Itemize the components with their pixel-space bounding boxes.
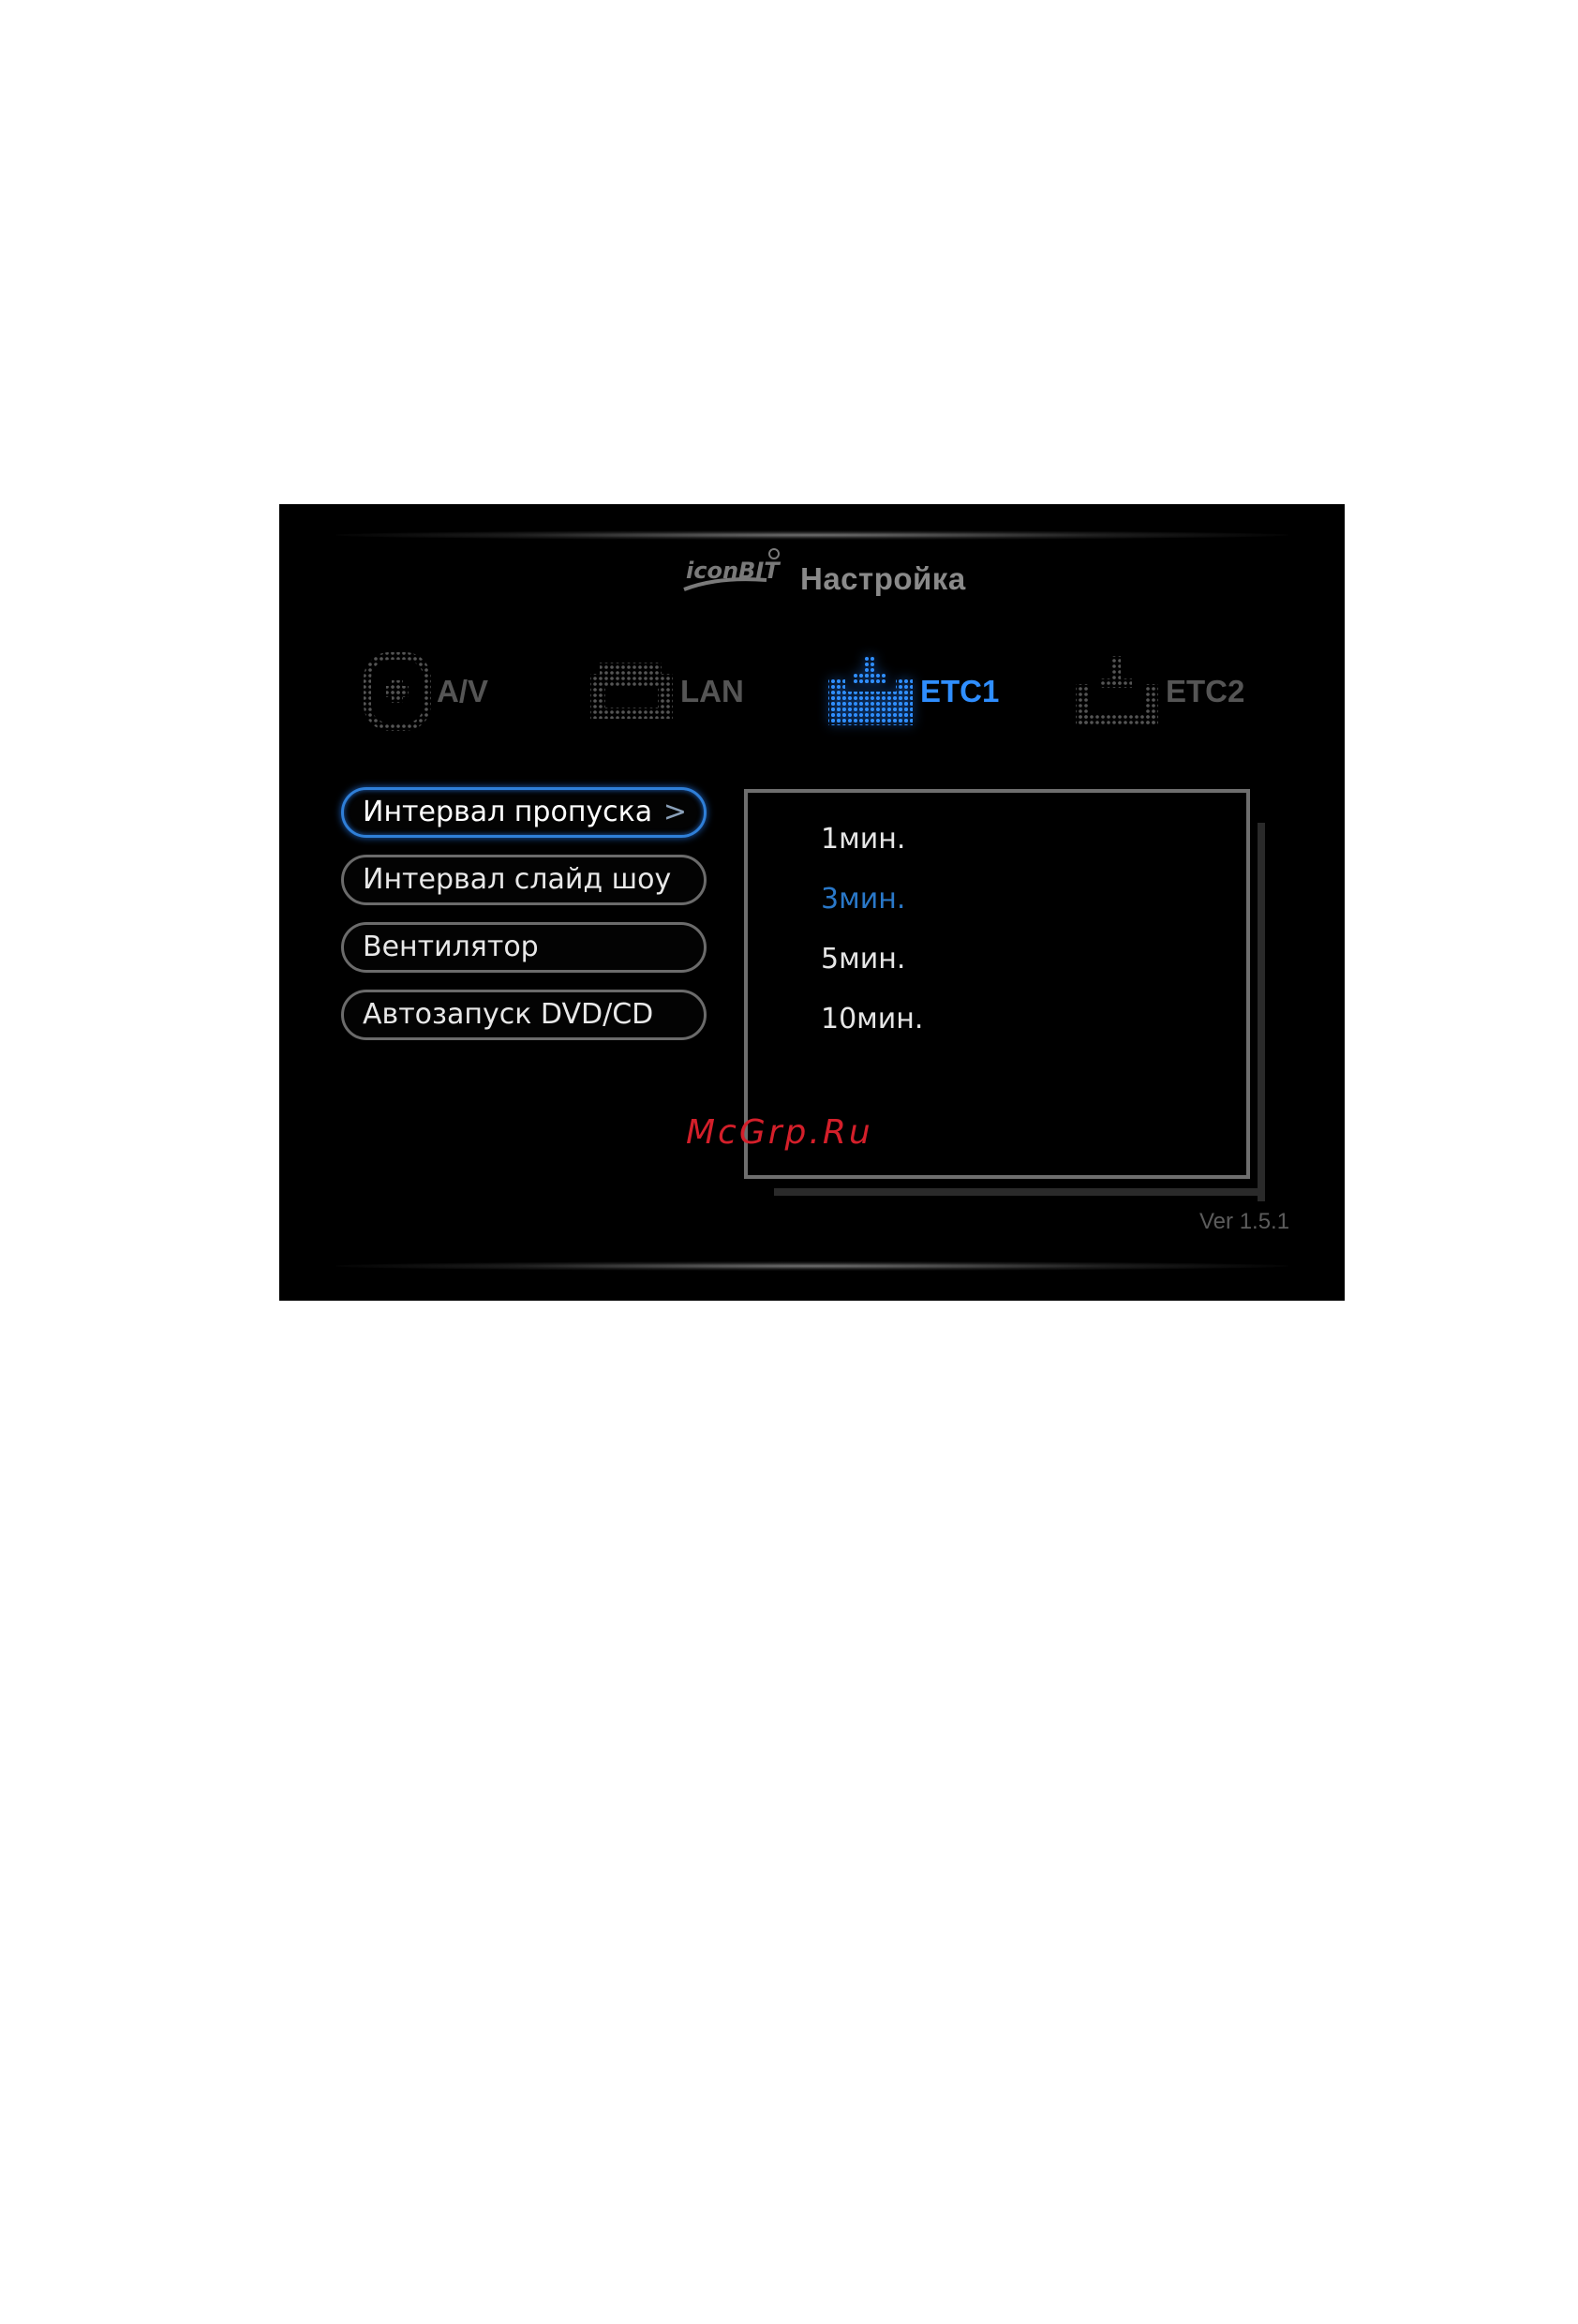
av-dots-icon bbox=[364, 652, 431, 731]
panel-shadow bbox=[1258, 823, 1265, 1201]
chevron-right-icon: > bbox=[662, 796, 687, 828]
page-title: Настройка bbox=[800, 561, 966, 596]
tab-label: ETC2 bbox=[1166, 674, 1245, 708]
option-3min[interactable]: 3мин. bbox=[821, 883, 905, 916]
tab-lan[interactable]: LAN bbox=[587, 649, 744, 734]
option-1min[interactable]: 1мин. bbox=[821, 823, 905, 856]
etc-dots-icon bbox=[1076, 656, 1158, 725]
panel-shadow bbox=[774, 1188, 1265, 1196]
version-label: Ver 1.5.1 bbox=[1199, 1209, 1290, 1234]
menu-item-label: Вентилятор bbox=[363, 931, 539, 963]
menu-item-label: Автозапуск DVD/CD bbox=[363, 998, 654, 1031]
tab-label: LAN bbox=[680, 674, 744, 708]
tab-etc2[interactable]: ETC2 bbox=[1072, 649, 1244, 734]
menu-item-fan[interactable]: Вентилятор bbox=[341, 922, 707, 973]
tab-av[interactable]: A/V bbox=[362, 649, 488, 734]
header: iconBIT Настройка bbox=[279, 546, 1345, 603]
lan-dots-icon bbox=[590, 663, 673, 719]
bottom-glow-divider bbox=[335, 1261, 1288, 1271]
tab-label: ETC1 bbox=[920, 674, 1000, 708]
option-10min[interactable]: 10мин. bbox=[821, 1003, 923, 1035]
etc-dots-icon bbox=[828, 656, 913, 725]
top-glow-divider bbox=[335, 530, 1288, 540]
menu-item-skip-interval[interactable]: Интервал пропуска > bbox=[341, 787, 707, 838]
tab-etc1[interactable]: ETC1 bbox=[825, 649, 999, 734]
menu-item-label: Интервал слайд шоу bbox=[363, 863, 672, 896]
menu-item-label: Интервал пропуска bbox=[363, 796, 653, 828]
settings-menu: Интервал пропуска > Интервал слайд шоу В… bbox=[341, 787, 707, 1057]
brand-logo: iconBIT bbox=[683, 548, 781, 591]
menu-item-slideshow-interval[interactable]: Интервал слайд шоу bbox=[341, 855, 707, 905]
watermark: McGrp.Ru bbox=[686, 1113, 873, 1152]
menu-item-autoplay-dvd[interactable]: Автозапуск DVD/CD bbox=[341, 990, 707, 1040]
brand-logo-text: iconBIT bbox=[686, 558, 781, 584]
option-5min[interactable]: 5мин. bbox=[821, 943, 905, 976]
settings-screen: iconBIT Настройка A/V LAN ETC1 ETC2 Инте… bbox=[279, 504, 1345, 1301]
tab-label: A/V bbox=[437, 674, 489, 708]
